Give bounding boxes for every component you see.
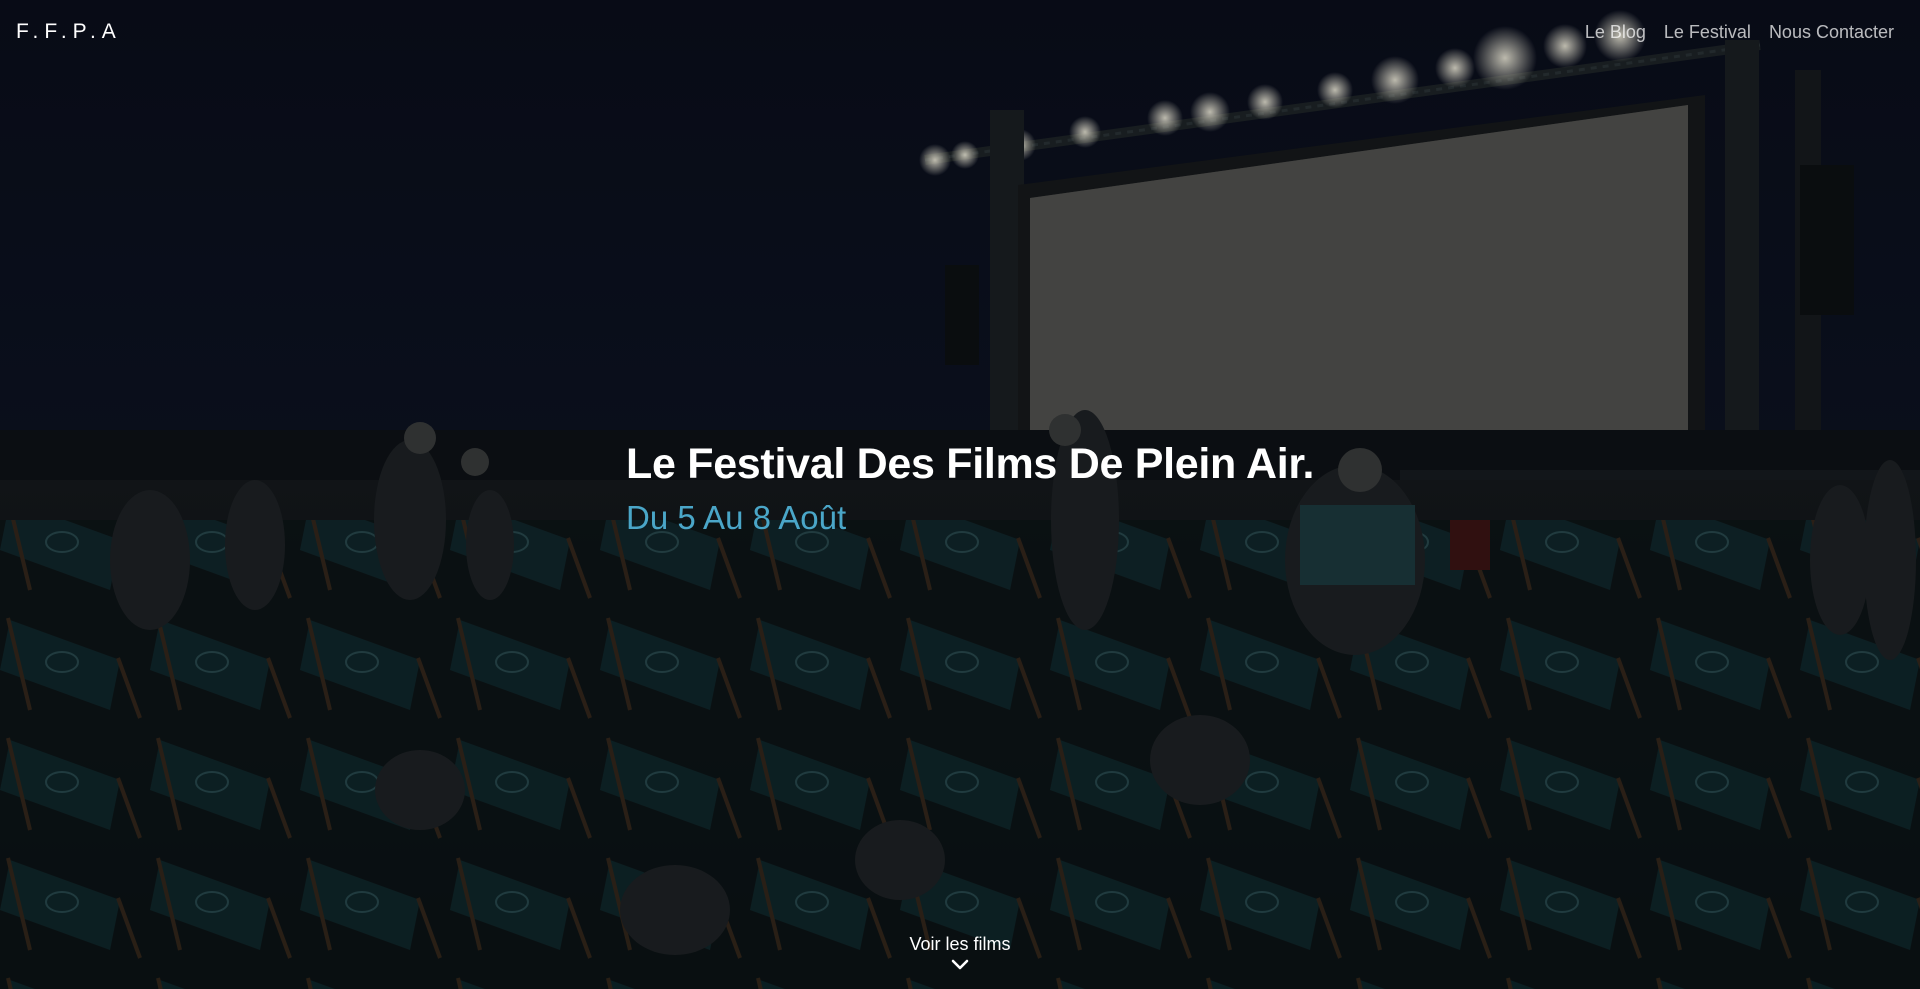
top-navbar: F.F.P.A Le Blog Le Festival Nous Contact… bbox=[0, 0, 1920, 64]
hero-title: Le Festival Des Films De Plein Air. bbox=[626, 440, 1315, 488]
nav-link-blog[interactable]: Le Blog bbox=[1585, 22, 1646, 43]
page: F.F.P.A Le Blog Le Festival Nous Contact… bbox=[0, 0, 1920, 989]
hero-text: Le Festival Des Films De Plein Air. Du 5… bbox=[626, 440, 1314, 537]
chevron-down-icon bbox=[951, 959, 969, 970]
see-films-label: Voir les films bbox=[909, 934, 1011, 954]
brand-logo[interactable]: F.F.P.A bbox=[16, 20, 122, 44]
see-films-link[interactable]: Voir les films bbox=[0, 934, 1920, 971]
nav-link-contact[interactable]: Nous Contacter bbox=[1769, 22, 1894, 43]
hero-subtitle: Du 5 Au 8 Août bbox=[626, 499, 847, 536]
nav-links: Le Blog Le Festival Nous Contacter bbox=[1585, 22, 1894, 43]
nav-link-festival[interactable]: Le Festival bbox=[1664, 22, 1751, 43]
